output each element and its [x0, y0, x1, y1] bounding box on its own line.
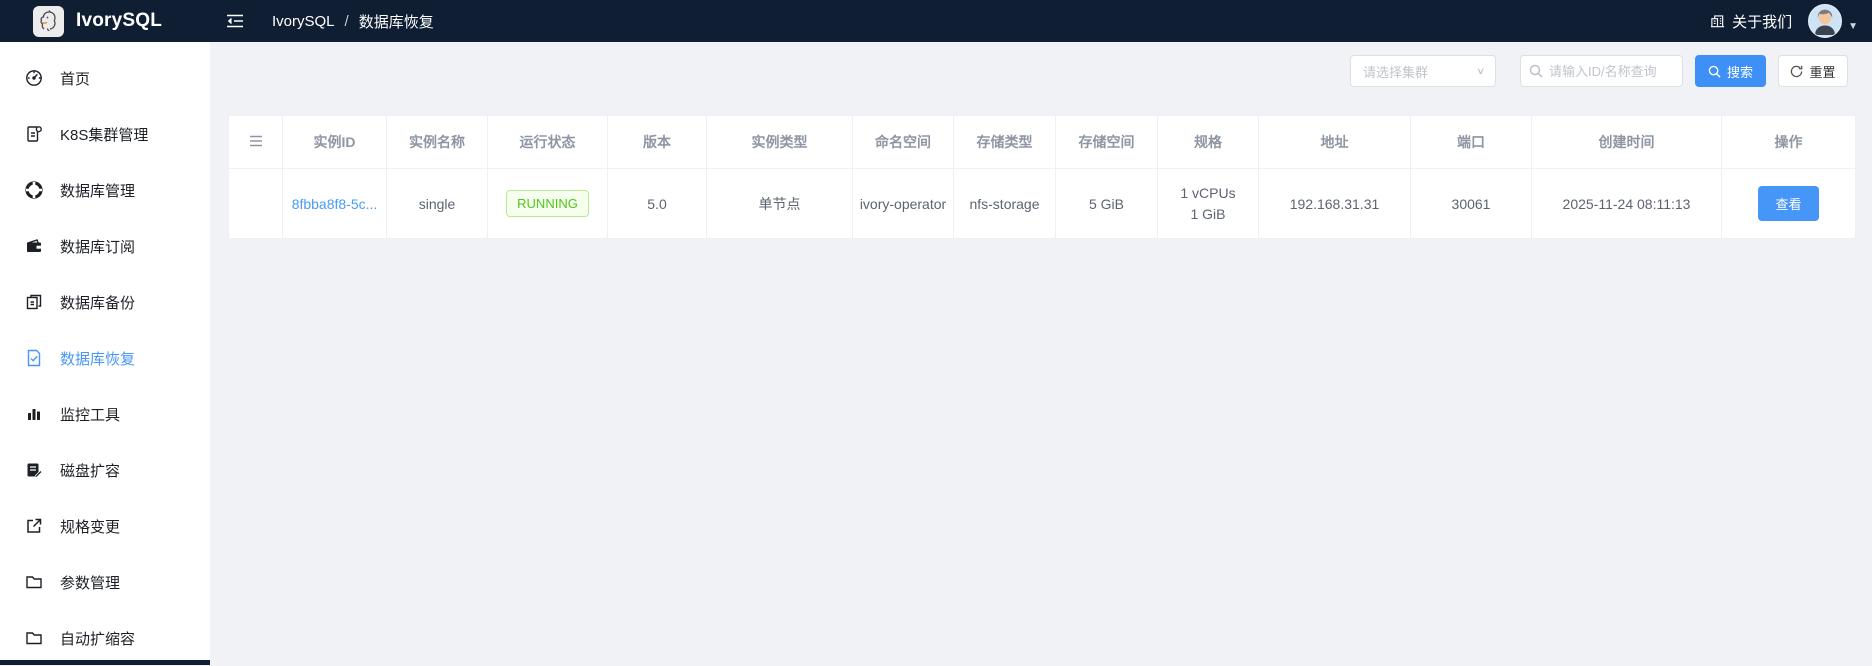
- search-button[interactable]: 搜索: [1695, 55, 1766, 87]
- search-icon: [1529, 64, 1543, 78]
- column-header-instance-id: 实例ID: [282, 115, 387, 169]
- created-at-cell: 2025-11-24 08:11:13: [1531, 168, 1722, 239]
- chevron-down-icon: ∨: [1476, 65, 1485, 77]
- column-header-instance-name: 实例名称: [386, 115, 488, 169]
- top-bar: IvorySQL IvorySQL / 数据库恢复 关于我们 ▼: [0, 0, 1872, 42]
- version-cell: 5.0: [607, 168, 707, 239]
- table-header-row: 实例ID 实例名称 运行状态 版本 实例类型 命名空间 存储类型 存储空间 规格…: [228, 115, 1856, 169]
- sidebar-collapse-icon[interactable]: [226, 13, 244, 29]
- instances-table: 实例ID 实例名称 运行状态 版本 实例类型 命名空间 存储类型 存储空间 规格…: [228, 115, 1856, 239]
- sidebar-item-spec-change[interactable]: 规格变更: [0, 498, 210, 554]
- spec-change-icon: [25, 517, 43, 535]
- breadcrumb: IvorySQL / 数据库恢复: [272, 11, 434, 32]
- backup-copy-icon: [25, 293, 43, 311]
- sidebar-item-db-manage[interactable]: 数据库管理: [0, 162, 210, 218]
- instance-name-cell: single: [386, 168, 488, 239]
- sidebar-item-monitor-tools[interactable]: 监控工具: [0, 386, 210, 442]
- about-us-label: 关于我们: [1732, 13, 1793, 31]
- column-header-status: 运行状态: [487, 115, 608, 169]
- column-header-spec: 规格: [1157, 115, 1259, 169]
- reset-button-label: 重置: [1809, 64, 1836, 80]
- sidebar-item-label: 规格变更: [60, 518, 121, 536]
- column-header-created-at: 创建时间: [1531, 115, 1722, 169]
- sidebar-item-label: 参数管理: [60, 574, 121, 592]
- sidebar-item-home[interactable]: 首页: [0, 50, 210, 106]
- spec-cell: 1 vCPUs 1 GiB: [1157, 168, 1259, 239]
- search-button-label: 搜索: [1726, 64, 1753, 80]
- row-expand-cell: [228, 168, 283, 239]
- sidebar-item-label: 数据库备份: [60, 294, 136, 312]
- sidebar-item-db-restore[interactable]: 数据库恢复: [0, 330, 210, 386]
- dashboard-icon: [25, 69, 43, 87]
- column-header-version: 版本: [607, 115, 707, 169]
- instance-id-link[interactable]: 8fbba8f8-5c...: [292, 196, 378, 212]
- instances-table-card: 实例ID 实例名称 运行状态 版本 实例类型 命名空间 存储类型 存储空间 规格…: [228, 115, 1856, 239]
- brand: IvorySQL: [0, 5, 210, 37]
- restore-file-icon: [25, 349, 43, 367]
- refresh-icon: [1791, 65, 1803, 77]
- avatar-caret-icon[interactable]: ▼: [1848, 21, 1858, 32]
- column-header-namespace: 命名空间: [852, 115, 954, 169]
- sidebar-item-label: 监控工具: [60, 406, 121, 424]
- subscription-icon: [25, 237, 43, 255]
- search-icon: [1708, 65, 1721, 78]
- sidebar-menu: 首页 K8S集群管理 数据库管理 数据库订阅 数据库备份 数据库恢复 监控工具 …: [0, 42, 210, 666]
- column-header-actions: 操作: [1721, 115, 1856, 169]
- sidebar-item-label: 首页: [60, 70, 91, 88]
- address-cell: 192.168.31.31: [1258, 168, 1411, 239]
- storage-size-cell: 5 GiB: [1055, 168, 1158, 239]
- sidebar-item-label: 磁盘扩容: [60, 462, 121, 480]
- spec-memory: 1 GiB: [1190, 205, 1226, 222]
- reset-button[interactable]: 重置: [1778, 55, 1848, 87]
- sidebar-item-param-manage[interactable]: 参数管理: [0, 554, 210, 610]
- search-field: [1520, 55, 1683, 87]
- sidebar-item-disk-expand[interactable]: 磁盘扩容: [0, 442, 210, 498]
- sidebar-item-label: K8S集群管理: [60, 126, 149, 144]
- port-cell: 30061: [1410, 168, 1532, 239]
- sidebar-item-label: 数据库订阅: [60, 238, 136, 256]
- sidebar-item-k8s-cluster[interactable]: K8S集群管理: [0, 106, 210, 162]
- cluster-select[interactable]: 请选择集群 ∨: [1350, 55, 1496, 87]
- search-input[interactable]: [1549, 63, 1674, 79]
- main-content: 请选择集群 ∨ 搜索 重置: [210, 42, 1872, 665]
- column-header-instance-type: 实例类型: [706, 115, 853, 169]
- ivorysql-logo-icon: [33, 5, 64, 37]
- storage-type-cell: nfs-storage: [953, 168, 1056, 239]
- brand-name: IvorySQL: [76, 10, 163, 31]
- database-manage-icon: [25, 181, 43, 199]
- sidebar-item-label: 自动扩缩容: [60, 630, 136, 648]
- about-us-link[interactable]: 关于我们: [1710, 11, 1792, 32]
- monitor-chart-icon: [25, 405, 43, 423]
- disk-expand-icon: [25, 461, 43, 479]
- sidebar-item-db-subscription[interactable]: 数据库订阅: [0, 218, 210, 274]
- view-button[interactable]: 查看: [1758, 186, 1819, 221]
- column-header-port: 端口: [1410, 115, 1532, 169]
- breadcrumb-separator: /: [344, 12, 349, 30]
- cluster-icon: [25, 125, 43, 143]
- namespace-cell: ivory-operator: [852, 168, 954, 239]
- sidebar-item-autoscale[interactable]: 自动扩缩容: [0, 610, 210, 666]
- breadcrumb-current: 数据库恢复: [358, 13, 434, 31]
- sidebar-item-db-backup[interactable]: 数据库备份: [0, 274, 210, 330]
- folder-icon: [25, 573, 43, 591]
- user-avatar[interactable]: [1808, 4, 1843, 38]
- column-header-address: 地址: [1258, 115, 1411, 169]
- column-header-storage-size: 存储空间: [1055, 115, 1158, 169]
- sidebar-item-label: 数据库管理: [60, 182, 136, 200]
- building-icon: [1711, 14, 1725, 27]
- folder-icon: [25, 629, 43, 647]
- cluster-select-placeholder: 请选择集群: [1363, 64, 1429, 80]
- instance-type-cell: 单节点: [706, 168, 853, 239]
- filter-bar: 请选择集群 ∨ 搜索 重置: [1350, 55, 1848, 87]
- column-settings-icon[interactable]: [249, 135, 263, 147]
- table-row: 8fbba8f8-5c... single RUNNING 5.0 单节点 iv…: [228, 168, 1856, 239]
- column-header-storage-type: 存储类型: [953, 115, 1056, 169]
- spec-cpu: 1 vCPUs: [1180, 184, 1236, 201]
- sidebar-item-label: 数据库恢复: [60, 350, 136, 368]
- sidebar: 首页 K8S集群管理 数据库管理 数据库订阅 数据库备份 数据库恢复 监控工具 …: [0, 42, 210, 665]
- breadcrumb-root[interactable]: IvorySQL: [272, 13, 335, 30]
- status-badge: RUNNING: [506, 190, 589, 217]
